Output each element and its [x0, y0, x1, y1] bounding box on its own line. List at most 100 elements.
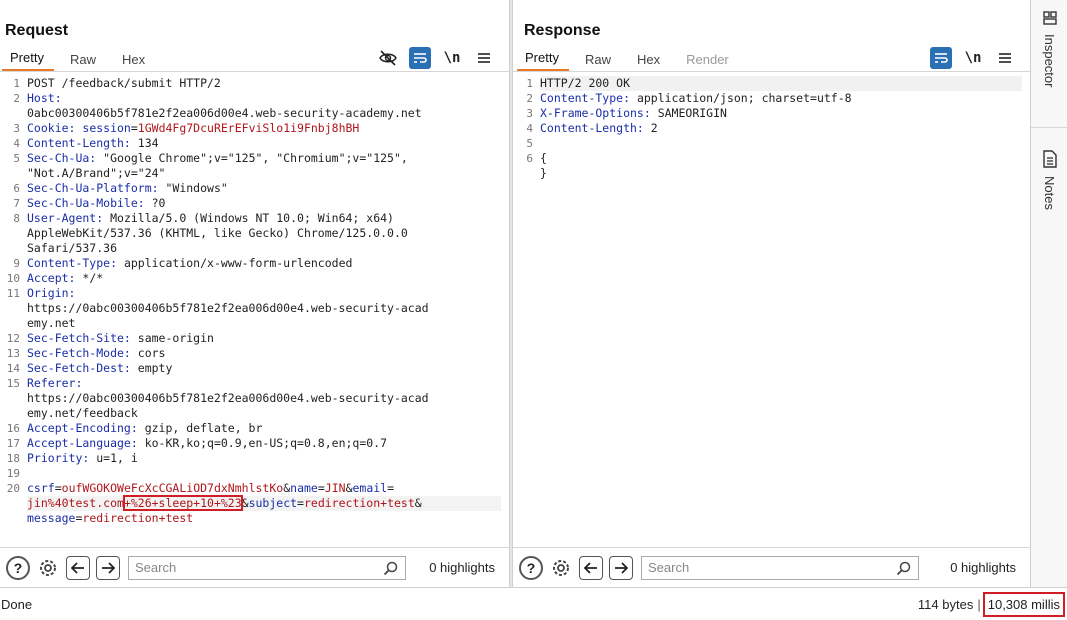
code-token: ?0: [144, 196, 166, 210]
menu-icon[interactable]: [994, 47, 1016, 69]
previous-arrow-icon[interactable]: [579, 555, 603, 580]
line-number: 15: [6, 377, 20, 390]
code-line: 0abc00300406b5f781e2f2ea006d00e4.web-sec…: [27, 106, 501, 121]
code-token: &: [414, 496, 422, 510]
next-arrow-icon[interactable]: [96, 555, 120, 580]
response-code[interactable]: HTTP/2 200 OK Content-Type: application/j…: [540, 76, 1022, 181]
settings-gear-icon[interactable]: [36, 556, 60, 580]
code-token: csrf: [27, 481, 55, 495]
response-search-input[interactable]: Search: [641, 555, 919, 580]
help-icon[interactable]: ?: [519, 555, 543, 580]
status-text: Done: [1, 596, 33, 612]
code-line: emy.net: [27, 316, 501, 331]
line-number: 1: [13, 77, 20, 90]
hide-eye-icon[interactable]: [377, 47, 399, 69]
code-token: https://0abc00300406b5f781e2f2ea006d00e4…: [27, 391, 429, 405]
code-token: email: [352, 481, 388, 495]
line-number: 13: [6, 347, 20, 360]
request-editor[interactable]: 1 2 3 4 5 6 7 8 9 10 11 12 13 14 15 16 17 18 19 20 POST /fe…: [0, 74, 509, 547]
code-line: Accept: */*: [27, 271, 501, 286]
code-line: https://0abc00300406b5f781e2f2ea006d00e4…: [27, 301, 501, 316]
response-line-numbers: 1 2 3 4 5 6: [513, 76, 533, 166]
line-number: 2: [13, 92, 20, 105]
wrap-lines-icon[interactable]: [930, 47, 952, 69]
request-code[interactable]: POST /feedback/submit HTTP/2 Host: 0abc003…: [27, 76, 501, 526]
help-icon[interactable]: ?: [6, 555, 30, 580]
code-token: subject: [248, 496, 298, 510]
response-toolbar: \n: [930, 47, 1016, 69]
code-line: Content-Length: 2: [540, 121, 1022, 136]
code-line: "Not.A/Brand";v="24": [27, 166, 501, 181]
code-token: https://0abc00300406b5f781e2f2ea006d00e4…: [27, 301, 429, 315]
code-token: Referer:: [27, 376, 83, 390]
notes-label: Notes: [1042, 176, 1057, 210]
response-tab-render[interactable]: Render: [678, 47, 739, 71]
menu-icon[interactable]: [473, 47, 495, 69]
line-number: 14: [6, 362, 20, 375]
code-token: jin%40test.com: [27, 496, 124, 510]
code-token: Safari/537.36: [27, 241, 118, 255]
code-token: Sec-Ch-Ua:: [27, 151, 97, 165]
code-token: Sec-Fetch-Mode:: [27, 346, 131, 360]
line-number: 3: [13, 122, 20, 135]
inspector-panel-toggle[interactable]: Inspector: [1031, 10, 1067, 87]
code-token: Accept-Language:: [27, 436, 138, 450]
line-number: [0, 166, 20, 181]
line-number: [0, 496, 20, 511]
request-tab-hex[interactable]: Hex: [114, 47, 155, 71]
line-number: [0, 106, 20, 121]
response-search-bar: ? Search 0 highlights: [513, 547, 1030, 587]
code-line: ​: [540, 136, 1022, 151]
line-number: 17: [6, 437, 20, 450]
response-tab-hex[interactable]: Hex: [629, 47, 670, 71]
right-sidebar: Inspector Notes: [1030, 0, 1067, 587]
code-token: redirection+test: [303, 496, 415, 510]
request-tab-pretty[interactable]: Pretty: [2, 47, 54, 71]
injected-payload-highlight: +%26+sleep+10+%23: [122, 495, 243, 511]
code-line: }: [540, 166, 1022, 181]
show-newlines-button[interactable]: \n: [962, 47, 984, 69]
line-number: 12: [6, 332, 20, 345]
request-search-placeholder: Search: [135, 560, 177, 575]
line-number: 10: [6, 272, 20, 285]
code-line: Priority: u=1, i: [27, 451, 501, 466]
code-token: POST /feedback/submit HTTP/2: [27, 76, 221, 90]
settings-gear-icon[interactable]: [549, 556, 573, 580]
code-token: JIN: [324, 481, 346, 495]
code-token: Priority:: [27, 451, 90, 465]
line-number: 3: [526, 107, 533, 120]
code-token: Sec-Fetch-Dest:: [27, 361, 131, 375]
previous-arrow-icon[interactable]: [66, 555, 90, 580]
code-token: Cookie:: [27, 121, 76, 135]
code-token: Accept:: [27, 271, 76, 285]
line-number: [0, 226, 20, 241]
wrap-lines-icon[interactable]: [409, 47, 431, 69]
code-token: Sec-Fetch-Site:: [27, 331, 131, 345]
next-arrow-icon[interactable]: [609, 555, 633, 580]
code-line: Sec-Ch-Ua-Platform: "Windows": [27, 181, 501, 196]
response-editor[interactable]: 1 2 3 4 5 6 HTTP/2 200 OK Content-Type: applic…: [513, 74, 1030, 547]
code-token: session: [75, 121, 131, 135]
request-search-input[interactable]: Search: [128, 555, 406, 580]
code-token: }: [540, 166, 547, 180]
notes-panel-toggle[interactable]: Notes: [1031, 150, 1067, 210]
code-token: HTTP/2 200 OK: [540, 76, 631, 90]
repeater-window: Request Pretty Raw Hex \n 1 2 3 4 5 6 7 8 9 10 11 1…: [0, 0, 1067, 620]
code-line: HTTP/2 200 OK: [540, 76, 1022, 91]
request-line-numbers: 1 2 3 4 5 6 7 8 9 10 11 12 13 14 15 16 17 18 19 20: [0, 76, 20, 526]
response-tab-pretty[interactable]: Pretty: [517, 47, 569, 71]
show-newlines-button[interactable]: \n: [441, 47, 463, 69]
status-bar: Done 114 bytes | 10,308 millis: [0, 587, 1067, 620]
code-line: Accept-Language: ko-KR,ko;q=0.9,en-US;q=…: [27, 436, 501, 451]
code-token: 0abc00300406b5f781e2f2ea006d00e4.web-sec…: [27, 106, 422, 120]
code-token: Host:: [27, 91, 62, 105]
line-number: 11: [6, 287, 20, 300]
request-pane: Request Pretty Raw Hex \n 1 2 3 4 5 6 7 8 9 10 11 1…: [0, 0, 510, 587]
code-token: Accept-Encoding:: [27, 421, 138, 435]
request-tab-raw[interactable]: Raw: [62, 47, 106, 71]
code-line: message=redirection+test: [27, 511, 501, 526]
code-line: ​: [27, 466, 501, 481]
response-tab-raw[interactable]: Raw: [577, 47, 621, 71]
line-number: 4: [526, 122, 533, 135]
line-number: [0, 511, 20, 526]
